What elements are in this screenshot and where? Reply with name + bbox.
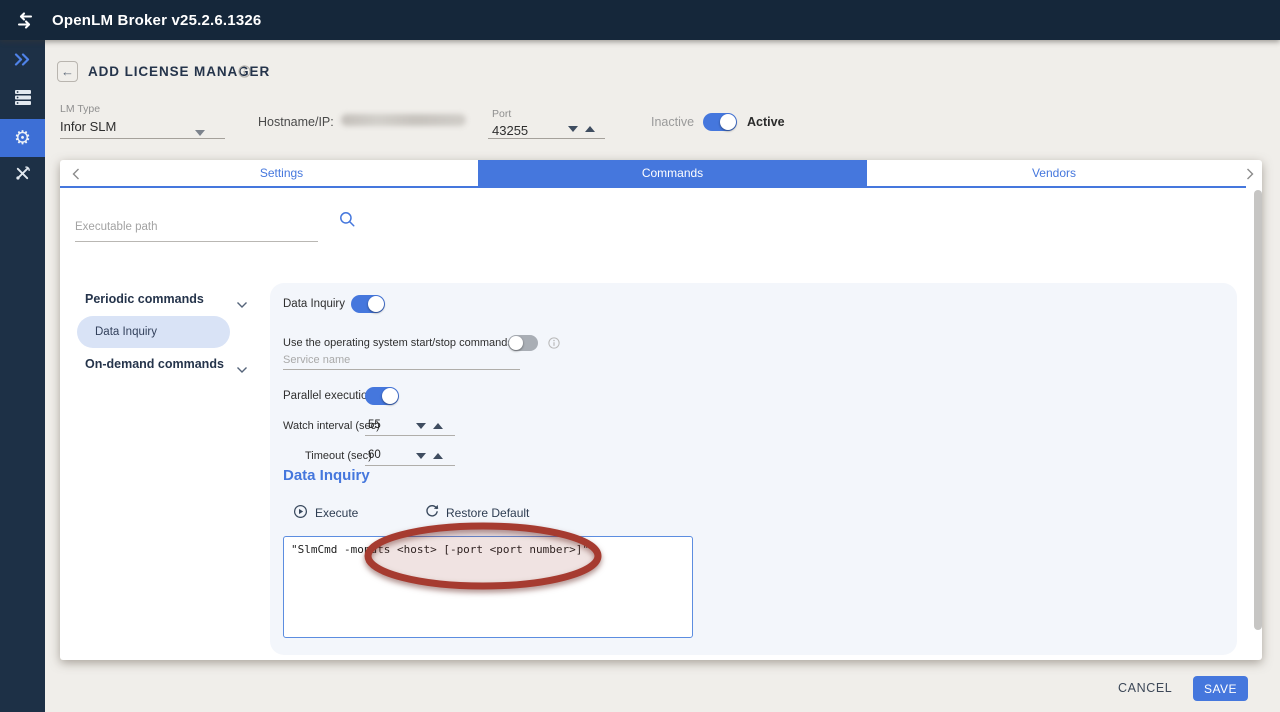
sidebar-item-settings[interactable]: ⚙ [0,119,45,157]
search-icon[interactable] [339,211,356,233]
info-icon[interactable] [238,65,251,83]
decrement-icon [416,423,426,429]
watch-interval-label: Watch interval (sec) [283,420,380,432]
tree-periodic-commands[interactable]: Periodic commands [85,292,204,306]
parallel-execution-toggle[interactable] [365,387,399,405]
info-icon[interactable] [548,336,560,354]
lm-type-underline [60,138,225,139]
hostname-value-redacted[interactable] [341,114,466,126]
play-circle-icon [293,504,308,522]
watch-interval-input[interactable]: 55 [368,419,381,431]
execute-button[interactable]: Execute [293,504,358,522]
status-inactive-label: Inactive [651,115,694,129]
vertical-scrollbar[interactable] [1254,190,1262,630]
double-chevron-right-icon [14,53,31,71]
watch-interval-underline [365,435,455,436]
refresh-icon [425,504,439,521]
license-manager-card: Settings Commands Vendors Executable pat… [60,160,1262,660]
port-stepper[interactable] [568,126,595,132]
gear-icon: ⚙ [14,129,31,148]
decrement-icon [416,453,426,459]
sidebar-item-license-servers[interactable] [0,81,45,119]
tabs-scroll-left[interactable] [69,167,83,181]
chevron-down-icon[interactable] [236,361,248,379]
executable-path-input[interactable]: Executable path [75,221,157,233]
openlm-logo-icon [15,12,35,29]
tree-ondemand-commands[interactable]: On-demand commands [85,357,224,371]
tree-item-data-inquiry[interactable]: Data Inquiry [77,316,230,348]
service-name-underline [283,369,520,370]
port-decrement-icon [568,126,578,132]
increment-icon [433,423,443,429]
watch-interval-stepper[interactable] [416,423,443,429]
restore-default-button[interactable]: Restore Default [425,504,529,521]
timeout-stepper[interactable] [416,453,443,459]
top-bar: OpenLM Broker v25.2.6.1326 [0,0,1280,40]
tabs-scroll-right[interactable] [1243,167,1257,181]
server-list-icon [14,89,32,111]
save-button[interactable]: SAVE [1193,676,1248,701]
back-button[interactable]: ← [57,61,78,82]
tab-settings[interactable]: Settings [85,160,478,186]
sidebar: ⚙ [0,40,45,712]
tab-commands[interactable]: Commands [478,160,867,186]
parallel-execution-label: Parallel execution [283,390,374,402]
data-inquiry-section-title: Data Inquiry [283,467,370,484]
os-commands-toggle[interactable] [508,335,538,351]
service-name-input[interactable]: Service name [283,354,350,366]
tab-underline [60,186,1246,188]
status-active-label: Active [747,115,785,129]
active-toggle[interactable] [703,113,737,131]
timeout-input[interactable]: 60 [368,449,381,461]
toggle-knob [382,388,398,404]
command-textarea[interactable]: "SlmCmd -mondts <host> [-port <port numb… [283,536,693,638]
chevron-down-icon[interactable] [236,296,248,314]
hostname-label: Hostname/IP: [258,115,334,129]
port-increment-icon [585,126,595,132]
data-inquiry-panel: Data Inquiry Use the operating system st… [270,283,1237,655]
data-inquiry-toggle-label: Data Inquiry [283,298,345,310]
port-input[interactable]: 43255 [492,123,528,138]
data-inquiry-toggle[interactable] [351,295,385,313]
timeout-label: Timeout (sec) [305,450,372,462]
tab-vendors[interactable]: Vendors [867,160,1241,186]
restore-default-label: Restore Default [446,506,529,520]
cancel-button[interactable]: CANCEL [1118,681,1172,695]
tools-icon [14,165,31,187]
port-label: Port [492,108,511,120]
increment-icon [433,453,443,459]
sidebar-item-tools[interactable] [0,157,45,195]
app-title: OpenLM Broker v25.2.6.1326 [52,12,261,29]
execute-label: Execute [315,506,358,520]
executable-path-underline [75,241,318,242]
openlm-broker-window: OpenLM Broker v25.2.6.1326 [0,0,1280,712]
sidebar-item-expand[interactable] [0,43,45,81]
lm-type-label: LM Type [60,103,100,115]
toggle-knob [720,114,736,130]
lm-type-select[interactable]: Infor SLM [60,119,116,134]
toggle-knob [368,296,384,312]
toggle-knob [509,336,523,350]
os-commands-toggle-label: Use the operating system start/stop comm… [283,337,513,349]
timeout-underline [365,465,455,466]
port-underline [488,138,605,139]
